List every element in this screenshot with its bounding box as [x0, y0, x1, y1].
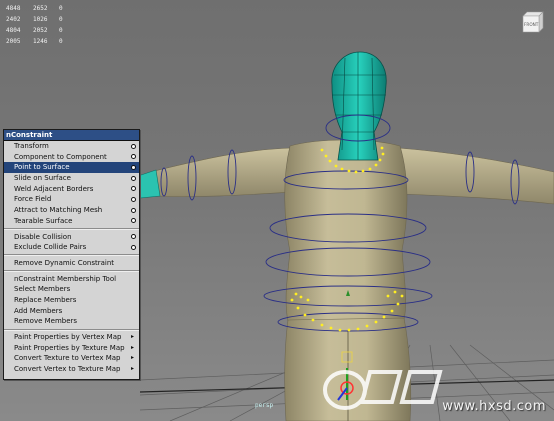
menu-item-disable-collision[interactable]: Disable Collision: [4, 232, 139, 243]
menu-item-remove-members[interactable]: Remove Members: [4, 316, 139, 327]
menu-item-component-to-component[interactable]: Component to Component: [4, 152, 139, 163]
menu-item-label: Slide on Surface: [14, 174, 71, 183]
stats-row: 2402 1026 0: [6, 14, 63, 25]
menu-item-paint-properties-by-vertex-map[interactable]: Paint Properties by Vertex Map ▸: [4, 332, 139, 343]
option-box-icon[interactable]: [131, 154, 136, 160]
menu-item-force-field[interactable]: Force Field: [4, 194, 139, 205]
option-box-icon[interactable]: [131, 196, 136, 202]
option-box-icon[interactable]: [131, 218, 136, 224]
stats-value: 2005: [6, 38, 21, 45]
menu-item-convert-vertex-to-texture-map[interactable]: Convert Vertex to Texture Map ▸: [4, 364, 139, 375]
menu-item-select-members[interactable]: Select Members: [4, 284, 139, 295]
menu-item-add-members[interactable]: Add Members: [4, 306, 139, 317]
stats-value: 2652: [33, 5, 48, 12]
menu-item-weld-adjacent-borders[interactable]: Weld Adjacent Borders: [4, 184, 139, 195]
stats-value: 1246: [33, 38, 48, 45]
stats-row: 2005 1246 0: [6, 36, 63, 47]
option-box-icon[interactable]: [131, 186, 136, 192]
menu-item-label: Select Members: [14, 285, 71, 294]
menu-item-label: Convert Vertex to Texture Map: [14, 365, 121, 374]
menu-item-remove-dynamic-constraint[interactable]: Remove Dynamic Constraint: [4, 258, 139, 269]
stats-value: 4804: [6, 27, 21, 34]
menu-item-label: Force Field: [14, 195, 52, 204]
menu-separator: [4, 228, 139, 230]
menu-item-transform[interactable]: Transform: [4, 141, 139, 152]
stats-value: 0: [59, 5, 63, 12]
menu-separator: [4, 328, 139, 331]
camera-label: persp: [255, 402, 274, 409]
stats-value: 0: [59, 38, 63, 45]
watermark-url: www.hxsd.com: [442, 399, 546, 414]
menu-item-label: Disable Collision: [14, 232, 72, 241]
poly-count-hud: 4848 2652 0 2402 1026 0 4804 2052 0 2005 1246 0: [6, 3, 63, 47]
right-arm-mesh: [397, 147, 554, 205]
menu-item-slide-on-surface[interactable]: Slide on Surface: [4, 173, 139, 184]
menu-item-label: nConstraint Membership Tool: [14, 274, 117, 283]
menu-item-label: Component to Component: [14, 152, 107, 161]
menu-item-label: Exclude Collide Pairs: [14, 243, 87, 252]
menu-item-label: Remove Dynamic Constraint: [14, 258, 115, 267]
viewport-3d[interactable]: FRONT 4848 2652 0 2402 1026 0 4804 2052 0 2005 124…: [0, 0, 554, 421]
view-cube-label: FRONT: [524, 22, 539, 27]
menu-item-label: Paint Properties by Texture Map: [14, 343, 125, 352]
stats-value: 2052: [33, 27, 48, 34]
menu-body: Transform Component to Component Point to …: [4, 141, 139, 375]
submenu-arrow-icon: ▸: [130, 343, 134, 351]
menu-item-point-to-surface[interactable]: Point to Surface: [4, 162, 139, 174]
option-box-icon[interactable]: [131, 234, 136, 239]
menu-item-label: Add Members: [14, 306, 63, 315]
menu-item-label: Weld Adjacent Borders: [14, 184, 94, 193]
menu-item-label: Paint Properties by Vertex Map: [14, 333, 122, 341]
stats-value: 4848: [6, 5, 21, 12]
menu-item-label: Attract to Matching Mesh: [14, 206, 103, 215]
menu-item-label: Convert Texture to Vertex Map: [14, 354, 121, 363]
left-arm-mesh: [149, 147, 293, 197]
submenu-arrow-icon: ▸: [130, 333, 134, 340]
option-box-icon[interactable]: [131, 175, 136, 181]
option-box-icon[interactable]: [131, 244, 136, 250]
menu-item-label: Tearable Surface: [14, 216, 73, 225]
stats-row: 4848 2652 0: [6, 3, 63, 14]
torso-mesh: [284, 139, 408, 323]
option-box-icon[interactable]: [131, 164, 136, 170]
stats-value: 0: [59, 27, 63, 34]
menu-item-replace-members[interactable]: Replace Members: [4, 295, 139, 306]
menu-title[interactable]: nConstraint: [4, 130, 139, 141]
menu-item-attract-to-matching-mesh[interactable]: Attract to Matching Mesh: [4, 205, 139, 216]
stats-value: 0: [59, 16, 63, 23]
option-box-icon[interactable]: [131, 207, 136, 213]
menu-item-convert-texture-to-vertex-map[interactable]: Convert Texture to Vertex Map ▸: [4, 353, 139, 364]
menu-item-label: Point to Surface: [14, 163, 70, 172]
menu-separator: [4, 254, 139, 257]
submenu-arrow-icon: ▸: [130, 365, 134, 373]
nconstraint-menu[interactable]: nConstraint Transform Component to Compon…: [3, 129, 140, 380]
menu-item-paint-properties-by-texture-map[interactable]: Paint Properties by Texture Map ▸: [4, 343, 139, 354]
menu-item-label: Replace Members: [14, 295, 77, 304]
menu-item-exclude-collide-pairs[interactable]: Exclude Collide Pairs: [4, 242, 139, 253]
menu-item-nconstraint-membership-tool[interactable]: nConstraint Membership Tool: [4, 274, 139, 285]
stats-value: 2402: [6, 16, 21, 23]
stats-value: 1026: [33, 16, 48, 23]
stats-row: 4804 2052 0: [6, 25, 63, 36]
menu-item-label: Remove Members: [14, 317, 78, 326]
menu-separator: [4, 270, 139, 273]
submenu-arrow-icon: ▸: [130, 354, 134, 362]
view-cube[interactable]: FRONT: [520, 10, 546, 36]
menu-item-label: Transform: [14, 142, 49, 150]
option-box-icon[interactable]: [131, 143, 136, 149]
menu-item-tearable-surface[interactable]: Tearable Surface: [4, 216, 139, 227]
